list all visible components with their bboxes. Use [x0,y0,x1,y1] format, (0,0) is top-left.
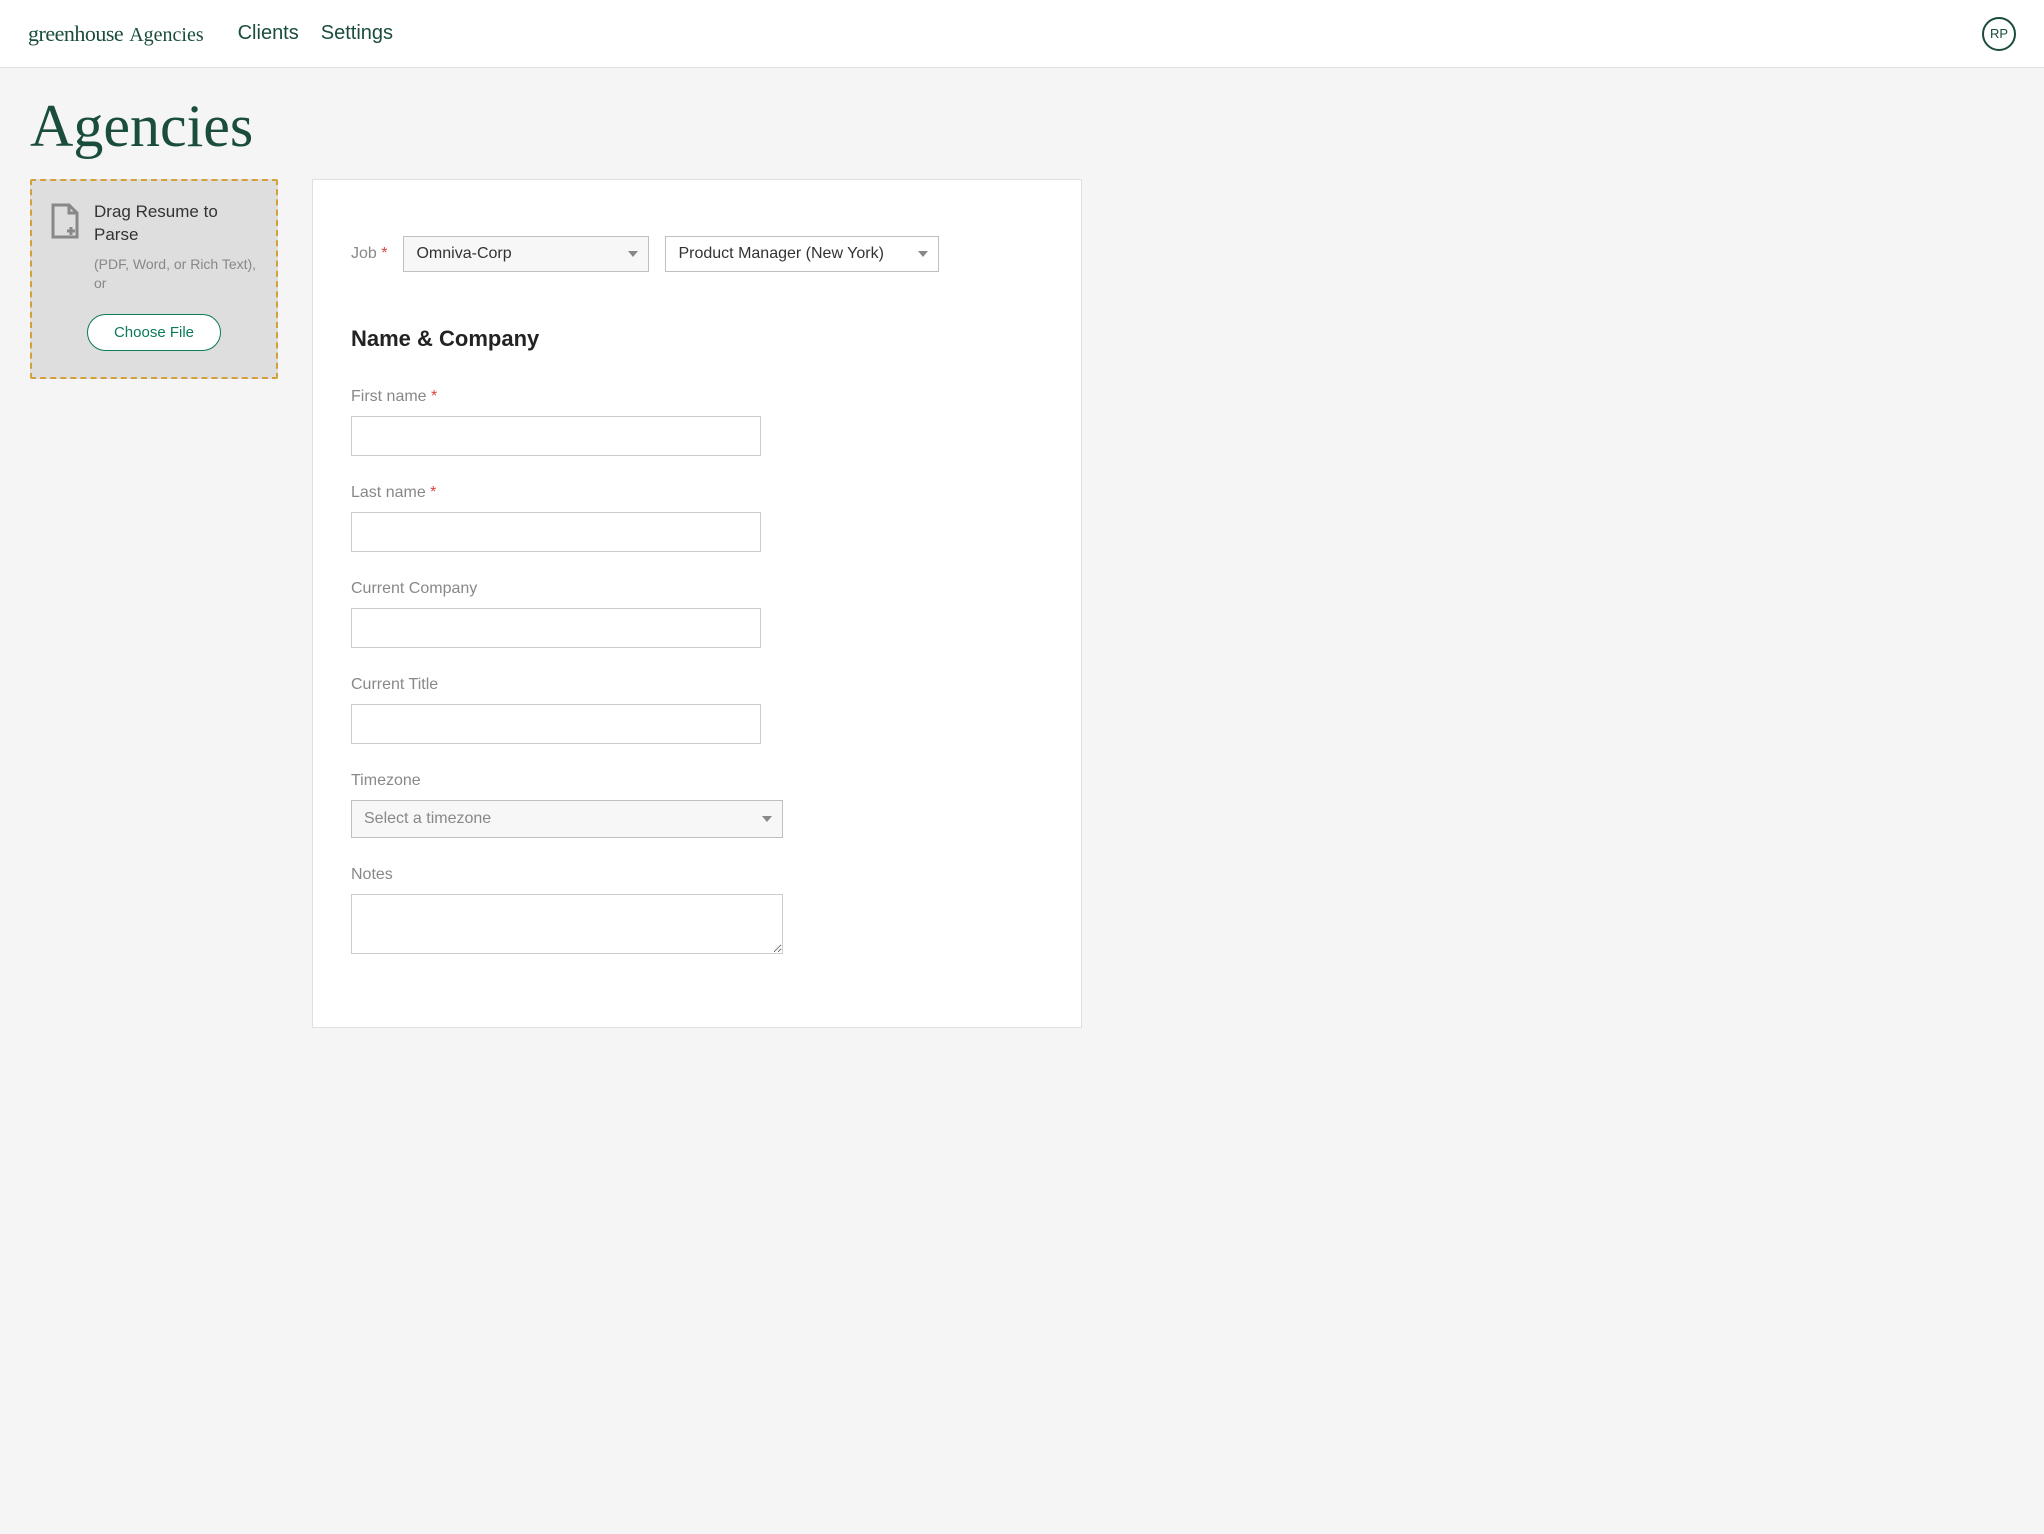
first-name-input[interactable] [351,416,761,456]
field-notes: Notes [351,866,1043,959]
form-card: Job * Omniva-Corp Product Manager (New Y… [312,179,1082,1028]
job-row: Job * Omniva-Corp Product Manager (New Y… [351,236,1043,272]
header: greenhouse Agencies Clients Settings RP [0,0,2044,68]
notes-label: Notes [351,866,1043,884]
nav-settings[interactable]: Settings [321,22,393,45]
drop-zone-subtitle: (PDF, Word, or Rich Text), or [94,255,258,294]
resume-drop-zone[interactable]: Drag Resume to Parse (PDF, Word, or Rich… [30,179,278,379]
chevron-down-icon [762,816,772,822]
page-title: Agencies [0,68,2044,179]
field-current-company: Current Company [351,580,1043,648]
current-company-input[interactable] [351,608,761,648]
current-title-label: Current Title [351,676,1043,694]
last-name-label: Last name * [351,484,1043,502]
field-timezone: Timezone Select a timezone [351,772,1043,838]
field-last-name: Last name * [351,484,1043,552]
field-first-name: First name * [351,388,1043,456]
section-heading-name-company: Name & Company [351,326,1043,352]
first-name-label: First name * [351,388,1043,406]
last-name-input[interactable] [351,512,761,552]
top-nav: Clients Settings [238,22,393,45]
drop-zone-title: Drag Resume to Parse [94,201,258,247]
nav-clients[interactable]: Clients [238,22,299,45]
avatar[interactable]: RP [1982,17,2016,51]
file-add-icon [50,203,80,244]
position-select[interactable]: Product Manager (New York) [665,236,939,272]
content: Drag Resume to Parse (PDF, Word, or Rich… [0,179,2044,1068]
current-title-input[interactable] [351,704,761,744]
company-select[interactable]: Omniva-Corp [403,236,649,272]
notes-input[interactable] [351,894,783,954]
timezone-select[interactable]: Select a timezone [351,800,783,838]
timezone-label: Timezone [351,772,1043,790]
job-label: Job * [351,245,387,263]
chevron-down-icon [628,251,638,257]
logo-text: greenhouse [28,21,123,47]
logo[interactable]: greenhouse Agencies [28,21,204,47]
logo-subtext: Agencies [129,24,203,47]
field-current-title: Current Title [351,676,1043,744]
chevron-down-icon [918,251,928,257]
avatar-initials: RP [1990,26,2008,41]
current-company-label: Current Company [351,580,1043,598]
choose-file-button[interactable]: Choose File [87,314,221,351]
